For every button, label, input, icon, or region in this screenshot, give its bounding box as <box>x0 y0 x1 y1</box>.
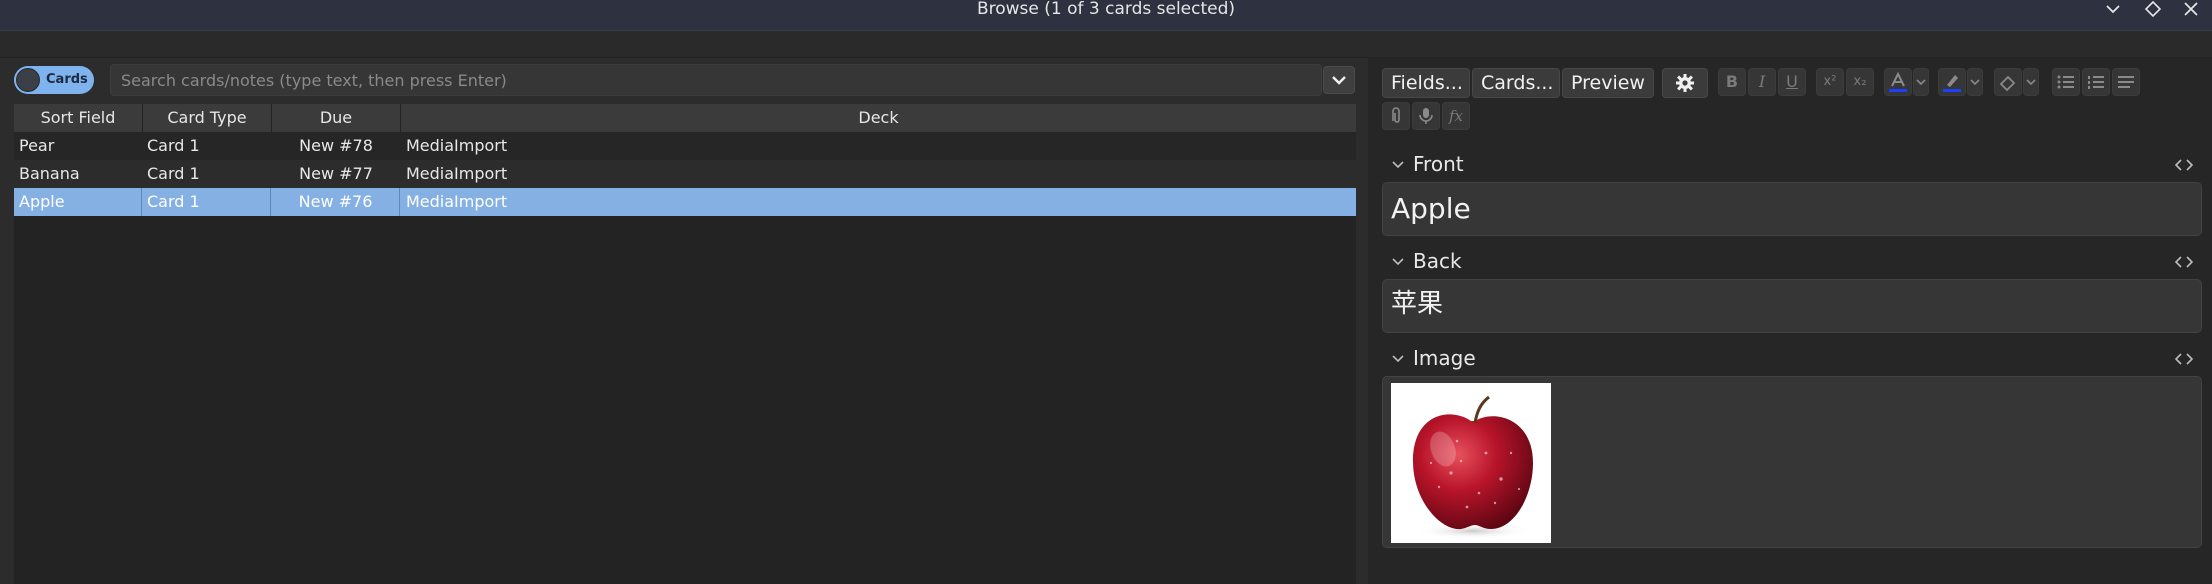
cards-notes-toggle[interactable]: Cards <box>14 66 94 94</box>
field-name: Back <box>1413 249 1462 273</box>
field-header-back[interactable]: Back <box>1382 247 2202 275</box>
underline-button[interactable]: U <box>1778 68 1806 96</box>
table-row-selected[interactable]: Apple Card 1 New #76 MediaImport <box>14 188 1356 216</box>
cell-due: New #77 <box>299 164 373 183</box>
highlight-color-button[interactable] <box>1938 68 1966 96</box>
highlight-color-dropdown[interactable] <box>1967 68 1983 96</box>
apple-image[interactable] <box>1391 383 1551 543</box>
cell-card-type: Card 1 <box>147 136 200 155</box>
html-editor-toggle-icon[interactable] <box>2174 158 2194 172</box>
search-input[interactable] <box>110 64 1322 96</box>
ordered-list-button[interactable] <box>2082 68 2110 96</box>
superscript-button[interactable]: x² <box>1816 68 1844 96</box>
bold-button[interactable]: B <box>1718 68 1746 96</box>
highlighter-icon <box>1943 75 1961 92</box>
cell-card-type: Card 1 <box>143 188 271 216</box>
chevron-down-icon <box>2026 79 2036 86</box>
field-header-front[interactable]: Front <box>1382 150 2202 178</box>
numbered-list-icon <box>2088 76 2104 89</box>
fields-button[interactable]: Fields... <box>1382 68 1470 98</box>
cards-button[interactable]: Cards... <box>1472 68 1560 98</box>
italic-button[interactable]: I <box>1748 68 1776 96</box>
cards-table: Sort Field Card Type Due Deck Pear Card … <box>14 104 1356 584</box>
align-icon <box>2118 76 2134 88</box>
cell-sort-field: Pear <box>19 136 55 155</box>
search-history-dropdown[interactable] <box>1323 66 1355 94</box>
eraser-dropdown[interactable] <box>2023 68 2039 96</box>
cell-deck: MediaImport <box>406 136 508 155</box>
table-row[interactable]: Banana Card 1 New #77 MediaImport <box>14 160 1356 188</box>
maximize-icon[interactable] <box>2144 1 2162 17</box>
unordered-list-button[interactable] <box>2052 68 2080 96</box>
field-value: 苹果 <box>1391 289 1444 319</box>
apple-picture <box>1413 395 1533 539</box>
cell-deck: MediaImport <box>406 192 508 211</box>
text-color-button[interactable] <box>1884 68 1912 96</box>
cell-due: New #78 <box>299 136 373 155</box>
table-row[interactable]: Pear Card 1 New #78 MediaImport <box>14 132 1356 160</box>
field-editor-front[interactable]: Apple <box>1382 182 2202 236</box>
menu-strip <box>0 31 2212 58</box>
field-editor-back[interactable]: 苹果 <box>1382 279 2202 333</box>
cell-card-type: Card 1 <box>147 164 200 183</box>
cell-sort-field: Apple <box>14 188 142 216</box>
column-header-sort-field[interactable]: Sort Field <box>14 104 143 132</box>
text-color-icon <box>1889 71 1907 92</box>
eraser-button[interactable] <box>1994 68 2022 96</box>
alignment-button[interactable] <box>2112 68 2140 96</box>
minimize-icon[interactable] <box>2104 1 2122 17</box>
column-header-deck[interactable]: Deck <box>401 104 1356 132</box>
gear-icon <box>1676 74 1694 92</box>
toggle-label: Cards <box>46 72 88 87</box>
attach-button[interactable] <box>1382 102 1410 130</box>
paperclip-icon <box>1392 107 1400 123</box>
html-editor-toggle-icon[interactable] <box>2174 352 2194 366</box>
table-header: Sort Field Card Type Due Deck <box>14 104 1356 133</box>
chevron-down-icon <box>1970 79 1980 86</box>
close-icon[interactable] <box>2182 1 2200 17</box>
field-name: Image <box>1413 346 1476 370</box>
collapse-chevron-icon[interactable] <box>1390 252 1406 270</box>
text-color-dropdown[interactable] <box>1913 68 1929 96</box>
toggle-knob <box>16 68 40 92</box>
field-value: Apple <box>1391 192 1471 225</box>
window-titlebar: Browse (1 of 3 cards selected) <box>0 0 2212 31</box>
cell-deck: MediaImport <box>406 164 508 183</box>
field-header-image[interactable]: Image <box>1382 344 2202 372</box>
column-header-due[interactable]: Due <box>272 104 401 132</box>
eraser-icon <box>1999 75 2016 92</box>
cell-sort-field: Banana <box>19 164 80 183</box>
chevron-down-icon <box>1332 76 1346 85</box>
preview-button[interactable]: Preview <box>1562 68 1654 98</box>
field-editor-image[interactable] <box>1382 376 2202 548</box>
column-header-card-type[interactable]: Card Type <box>143 104 272 132</box>
bullet-list-icon <box>2057 75 2074 89</box>
math-button[interactable]: fx <box>1442 102 1470 130</box>
settings-button[interactable] <box>1662 68 1708 98</box>
microphone-icon <box>1419 108 1433 124</box>
field-name: Front <box>1413 152 1464 176</box>
chevron-down-icon <box>1916 79 1926 86</box>
cell-due: New #76 <box>272 188 400 216</box>
record-audio-button[interactable] <box>1412 102 1440 130</box>
window-title: Browse (1 of 3 cards selected) <box>976 0 1236 19</box>
collapse-chevron-icon[interactable] <box>1390 155 1406 173</box>
subscript-button[interactable]: x₂ <box>1846 68 1874 96</box>
collapse-chevron-icon[interactable] <box>1390 349 1406 367</box>
html-editor-toggle-icon[interactable] <box>2174 255 2194 269</box>
